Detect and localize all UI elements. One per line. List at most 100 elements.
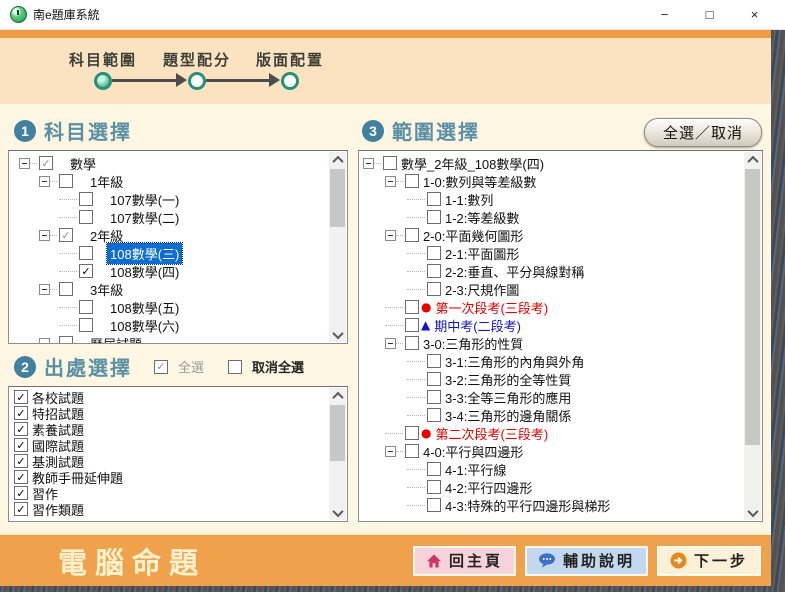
- select-all-checkbox[interactable]: [154, 359, 168, 374]
- scroll-up-button[interactable]: [329, 388, 346, 403]
- tree-item[interactable]: 108數學(六): [9, 316, 347, 334]
- item-checkbox[interactable]: [79, 246, 93, 260]
- item-checkbox[interactable]: [427, 210, 441, 224]
- item-checkbox[interactable]: [427, 390, 441, 404]
- item-checkbox[interactable]: [14, 406, 28, 420]
- scroll-up-button[interactable]: [329, 152, 346, 167]
- collapse-toggle-icon[interactable]: [385, 337, 396, 349]
- home-button[interactable]: 回主頁: [412, 545, 516, 576]
- scroll-down-button[interactable]: [329, 505, 346, 520]
- tree-item[interactable]: ● 第二次段考(三段考): [359, 424, 762, 442]
- minimize-button[interactable]: −: [642, 0, 687, 30]
- tree-item[interactable]: 108數學(三): [9, 241, 347, 265]
- tree-item[interactable]: 4-0:平行與四邊形: [359, 442, 762, 460]
- tree-item[interactable]: 歷屆試題: [9, 334, 347, 343]
- item-checkbox[interactable]: [14, 454, 28, 468]
- collapse-toggle-icon[interactable]: [39, 175, 50, 187]
- item-checkbox[interactable]: [39, 156, 53, 170]
- tree-item[interactable]: 108數學(四): [9, 262, 347, 280]
- scrollbar-thumb[interactable]: [330, 169, 345, 227]
- collapse-toggle-icon[interactable]: [385, 175, 396, 187]
- tree-item[interactable]: 3-0:三角形的性質: [359, 334, 762, 352]
- step-circle-2[interactable]: [188, 72, 206, 90]
- item-checkbox[interactable]: [79, 318, 93, 332]
- item-checkbox[interactable]: [14, 422, 28, 436]
- collapse-toggle-icon[interactable]: [39, 283, 50, 295]
- scroll-down-button[interactable]: [329, 327, 346, 342]
- item-checkbox[interactable]: [14, 390, 28, 404]
- tree-item[interactable]: 2-1:平面圖形: [359, 244, 762, 262]
- tree-item[interactable]: 4-1:平行線: [359, 460, 762, 478]
- tree-item[interactable]: ▲ 期中考(二段考): [359, 316, 762, 334]
- item-checkbox[interactable]: [59, 174, 73, 188]
- item-checkbox[interactable]: [427, 354, 441, 368]
- tree-item[interactable]: 4-2:平行四邊形: [359, 478, 762, 496]
- collapse-toggle-icon[interactable]: [39, 337, 50, 343]
- item-checkbox[interactable]: [427, 462, 441, 476]
- tree-item[interactable]: 107數學(一): [9, 190, 347, 208]
- item-checkbox[interactable]: [405, 228, 419, 242]
- item-checkbox[interactable]: [79, 192, 93, 206]
- collapse-toggle-icon[interactable]: [39, 229, 50, 241]
- item-checkbox[interactable]: [14, 438, 28, 452]
- collapse-toggle-icon[interactable]: [363, 157, 374, 169]
- maximize-button[interactable]: □: [687, 0, 732, 30]
- collapse-toggle-icon[interactable]: [385, 229, 396, 241]
- collapse-toggle-icon[interactable]: [385, 445, 396, 457]
- tree-item[interactable]: 數學: [9, 154, 347, 172]
- close-button[interactable]: ×: [732, 0, 777, 30]
- item-checkbox[interactable]: [427, 264, 441, 278]
- tree-item[interactable]: 2-3:尺規作圖: [359, 280, 762, 298]
- tree-item[interactable]: 1-0:數列與等差級數: [359, 172, 762, 190]
- item-checkbox[interactable]: [405, 174, 419, 188]
- item-checkbox[interactable]: [59, 336, 73, 343]
- tree-item[interactable]: 2-2:垂直、平分與線對稱: [359, 262, 762, 280]
- tree-item[interactable]: 3-3:全等三角形的應用: [359, 388, 762, 406]
- deselect-all-checkbox[interactable]: [228, 359, 243, 374]
- item-checkbox[interactable]: [405, 426, 419, 440]
- tree-item[interactable]: 3-4:三角形的邊角關係: [359, 406, 762, 424]
- scroll-up-button[interactable]: [744, 152, 761, 167]
- item-checkbox[interactable]: [405, 300, 419, 314]
- step-circle-3[interactable]: [281, 72, 299, 90]
- step-circle-1[interactable]: [94, 72, 112, 90]
- source-list-item[interactable]: 習作類題: [9, 501, 347, 518]
- collapse-toggle-icon[interactable]: [19, 157, 30, 169]
- tree-item[interactable]: 107數學(二): [9, 208, 347, 226]
- item-checkbox[interactable]: [79, 300, 93, 314]
- next-step-button[interactable]: 下一步: [656, 545, 761, 576]
- item-checkbox[interactable]: [383, 156, 397, 170]
- tree-item[interactable]: 1-1:數列: [359, 190, 762, 208]
- tree-item[interactable]: 2年級: [9, 226, 347, 244]
- item-checkbox[interactable]: [427, 480, 441, 494]
- toggle-all-button[interactable]: 全選／取消: [644, 118, 762, 147]
- scroll-down-button[interactable]: [744, 505, 761, 520]
- item-checkbox[interactable]: [427, 246, 441, 260]
- item-checkbox[interactable]: [14, 502, 28, 516]
- item-checkbox[interactable]: [405, 444, 419, 458]
- tree-item[interactable]: 1-2:等差級數: [359, 208, 762, 226]
- help-button[interactable]: 輔助說明: [524, 545, 648, 576]
- item-checkbox[interactable]: [79, 264, 93, 278]
- scrollbar-thumb[interactable]: [330, 405, 345, 461]
- tree-item[interactable]: 3-2:三角形的全等性質: [359, 370, 762, 388]
- tree-item[interactable]: 108數學(五): [9, 298, 347, 316]
- tree-item[interactable]: 1年級: [9, 172, 347, 190]
- subject-tree-scrollbar[interactable]: [329, 152, 346, 342]
- item-checkbox[interactable]: [14, 486, 28, 500]
- item-checkbox[interactable]: [427, 498, 441, 512]
- item-checkbox[interactable]: [59, 228, 73, 242]
- item-checkbox[interactable]: [427, 372, 441, 386]
- range-tree-scrollbar[interactable]: [744, 152, 761, 520]
- item-checkbox[interactable]: [405, 336, 419, 350]
- tree-item[interactable]: 3年級: [9, 280, 347, 298]
- tree-item[interactable]: 數學_2年級_108數學(四): [359, 154, 762, 172]
- item-checkbox[interactable]: [79, 210, 93, 224]
- item-checkbox[interactable]: [14, 470, 28, 484]
- tree-item[interactable]: 3-1:三角形的內角與外角: [359, 352, 762, 370]
- scrollbar-thumb[interactable]: [745, 169, 760, 445]
- item-checkbox[interactable]: [427, 282, 441, 296]
- source-list-item[interactable]: 教師手冊延伸題: [9, 469, 347, 486]
- tree-item[interactable]: 2-0:平面幾何圖形: [359, 226, 762, 244]
- tree-item[interactable]: 4-3:特殊的平行四邊形與梯形: [359, 496, 762, 514]
